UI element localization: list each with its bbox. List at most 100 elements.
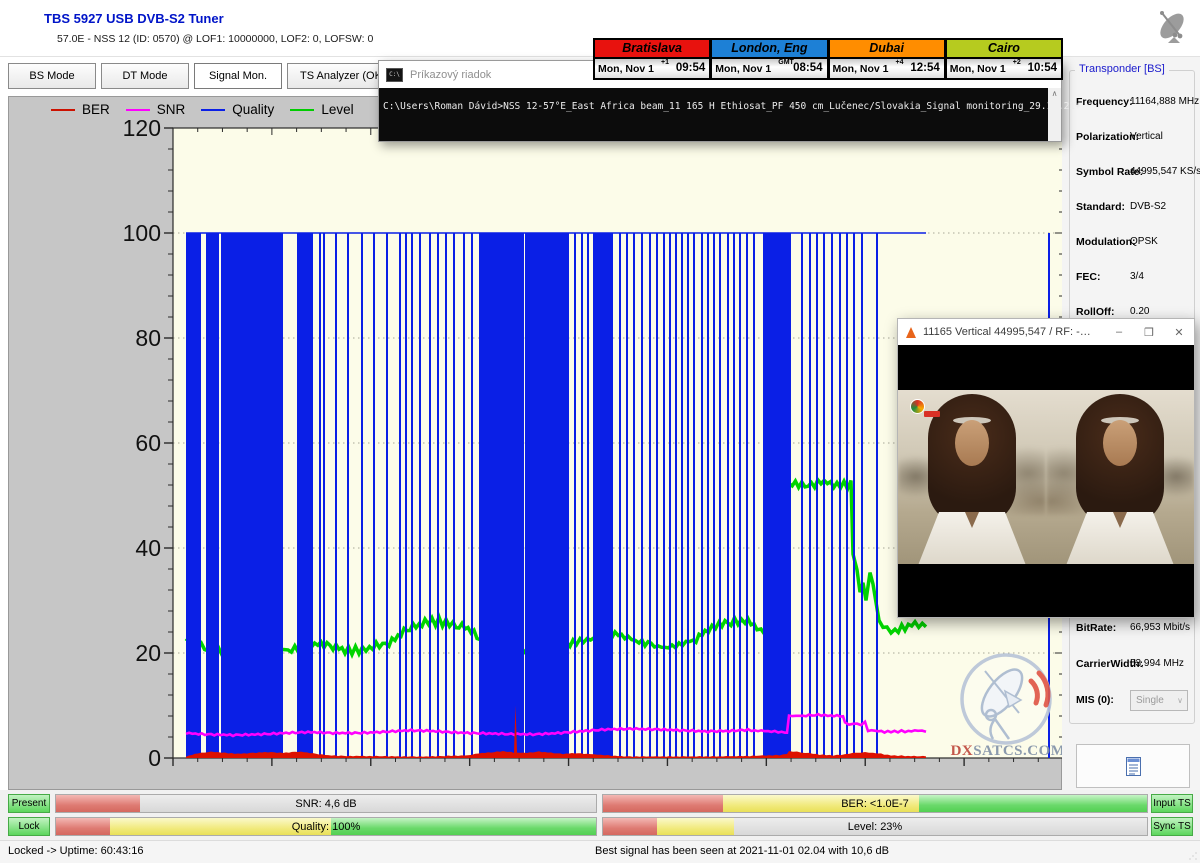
ber-meter-label: BER: <1.0E-7 [603, 798, 1147, 810]
bitrate-value: 66,953 Mbit/s [1130, 622, 1190, 633]
clock-london: London, Eng Mon, Nov 1 GMT 08:54 [711, 38, 828, 80]
clock-offset: +4 [896, 59, 904, 66]
mode-tab-row: BS Mode DT Mode Signal Mon. TS Analyzer … [8, 63, 399, 89]
snr-meter-label: SNR: 4,6 dB [56, 798, 596, 810]
dxsatcs-watermark: DXSATCS.COM [947, 651, 1069, 767]
y-tick-label: 20 [109, 640, 161, 667]
channel-logo [910, 399, 944, 419]
clock-date: Mon, Nov 1 [833, 63, 889, 75]
letterbox-bottom [898, 564, 1194, 617]
clock-body: Mon, Nov 1 +1 09:54 [595, 59, 709, 78]
vlc-video-area[interactable] [898, 345, 1194, 617]
clock-city: Bratislava [595, 40, 709, 59]
level-meter: Level: 23% [602, 817, 1148, 836]
legend-label-level: Level [321, 102, 353, 117]
tab-dt-mode[interactable]: DT Mode [101, 63, 189, 89]
clock-date: Mon, Nov 1 [598, 63, 654, 75]
standard-label: Standard: [1076, 201, 1125, 213]
resize-grip[interactable] [1188, 851, 1198, 861]
standard-value: DVB-S2 [1130, 201, 1166, 212]
clock-offset: +1 [661, 59, 669, 66]
y-tick-label: 120 [109, 115, 161, 142]
bitrate-label: BitRate: [1076, 622, 1116, 634]
scroll-up-icon[interactable]: ∧ [1048, 88, 1061, 100]
legend-item-quality: Quality [201, 102, 274, 117]
channel-logo-tag [924, 411, 940, 417]
tab-signal-mon[interactable]: Signal Mon. [194, 63, 282, 89]
channel-logo-ball [910, 399, 925, 414]
lock-uptime-status: Locked -> Uptime: 60:43:16 [8, 845, 143, 857]
vlc-cone-icon [906, 327, 916, 338]
frequency-label: Frequency: [1076, 96, 1133, 108]
world-clocks: Bratislava Mon, Nov 1 +1 09:54 London, E… [593, 38, 1063, 80]
clock-time: 10:54 [1028, 62, 1057, 74]
clock-city: Cairo [947, 40, 1061, 59]
minimize-button[interactable]: – [1112, 326, 1126, 338]
close-button[interactable]: ✕ [1172, 326, 1186, 339]
legend-line-snr [126, 109, 150, 111]
video-scene-right-mirrored [1046, 390, 1194, 564]
page-title: TBS 5927 USB DVB-S2 Tuner [44, 11, 224, 26]
present-indicator-button[interactable]: Present [8, 794, 50, 813]
chart-legend: BER SNR Quality Level [51, 102, 370, 117]
clock-time: 12:54 [910, 62, 939, 74]
sync-ts-button[interactable]: Sync TS [1151, 817, 1193, 836]
polarization-value: Vertical [1130, 131, 1163, 142]
clock-time: 08:54 [793, 62, 822, 74]
tab-bs-mode[interactable]: BS Mode [8, 63, 96, 89]
console-icon: C:\ [386, 68, 403, 82]
quality-meter-label: Quality: 100% [56, 821, 596, 833]
video-singer [1065, 394, 1175, 564]
quality-meter: Quality: 100% [55, 817, 597, 836]
lock-indicator-button[interactable]: Lock [8, 817, 50, 836]
input-ts-button[interactable]: Input TS [1151, 794, 1193, 813]
singer-face [1103, 420, 1137, 466]
best-signal-status: Best signal has been seen at 2021-11-01 … [595, 845, 889, 857]
singer-face [955, 420, 989, 466]
tuner-subtitle: 57.0E - NSS 12 (ID: 0570) @ LOF1: 100000… [57, 33, 373, 45]
chevron-down-icon: ∨ [1177, 696, 1183, 705]
frequency-value: 11164,888 MHz [1130, 96, 1199, 107]
dxsatcs-text: DXSATCS.COM [947, 743, 1069, 760]
letterbox-top [898, 345, 1194, 390]
modulation-value: QPSK [1130, 236, 1158, 247]
cmd-prompt-line: C:\Users\Roman Dávid>NSS 12-57°E_East Af… [383, 101, 1081, 112]
legend-line-ber [51, 109, 75, 111]
legend-item-level: Level [290, 102, 353, 117]
rolloff-label: RollOff: [1076, 306, 1115, 318]
carrierwidth-value: 53,994 MHz [1130, 658, 1184, 669]
clock-offset: +2 [1013, 59, 1021, 66]
level-meter-label: Level: 23% [603, 821, 1147, 833]
rolloff-value: 0.20 [1130, 306, 1149, 317]
y-tick-label: 40 [109, 535, 161, 562]
mis-selected-value: Single [1136, 695, 1164, 706]
clock-body: Mon, Nov 1 +4 12:54 [830, 59, 944, 78]
cmd-scrollbar[interactable]: ∧ [1048, 88, 1061, 141]
legend-item-ber: BER [51, 102, 110, 117]
mis-dropdown[interactable]: Single ∨ [1130, 690, 1188, 711]
modulation-label: Modulation: [1076, 236, 1135, 248]
ber-meter: BER: <1.0E-7 [602, 794, 1148, 813]
clock-city: London, Eng [712, 40, 826, 59]
y-tick-label: 60 [109, 430, 161, 457]
video-singer [917, 394, 1027, 564]
legend-label-ber: BER [82, 102, 110, 117]
clock-body: Mon, Nov 1 GMT 08:54 [712, 59, 826, 78]
snr-meter: SNR: 4,6 dB [55, 794, 597, 813]
symbol-rate-value: 44995,547 KS/s [1130, 166, 1200, 177]
cmd-window-title: Príkazový riadok [410, 69, 491, 81]
legend-line-quality [201, 109, 225, 111]
y-tick-label: 0 [109, 745, 161, 772]
maximize-button[interactable]: ❒ [1142, 326, 1156, 339]
clock-body: Mon, Nov 1 +2 10:54 [947, 59, 1061, 78]
satellite-dish-icon [1148, 5, 1194, 51]
y-tick-label: 80 [109, 325, 161, 352]
clock-dubai: Dubai Mon, Nov 1 +4 12:54 [829, 38, 946, 80]
clock-cairo: Cairo Mon, Nov 1 +2 10:54 [946, 38, 1063, 80]
fec-label: FEC: [1076, 271, 1101, 283]
clock-city: Dubai [830, 40, 944, 59]
legend-label-snr: SNR [157, 102, 186, 117]
clock-bratislava: Bratislava Mon, Nov 1 +1 09:54 [593, 38, 711, 80]
log-list-button[interactable] [1076, 744, 1190, 788]
vlc-titlebar[interactable]: 11165 Vertical 44995,547 / RF: -41 SNR: … [898, 319, 1194, 345]
